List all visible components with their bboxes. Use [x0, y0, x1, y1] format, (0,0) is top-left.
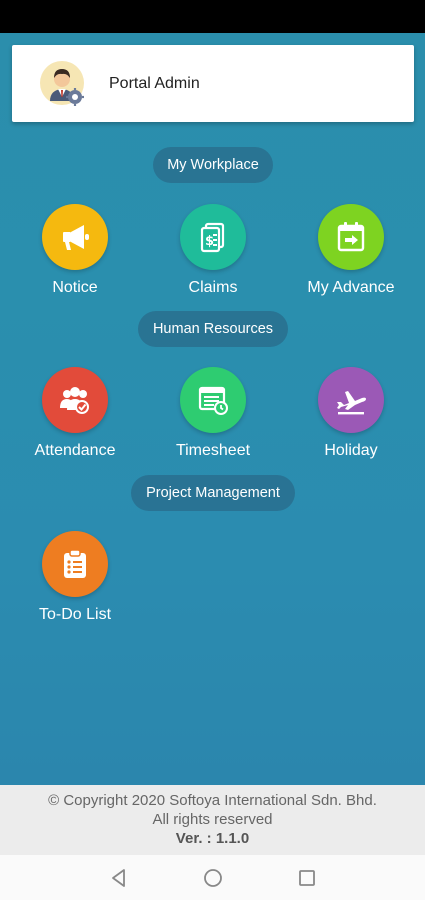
- admin-avatar-icon: [38, 59, 88, 109]
- tile-holiday-label: Holiday: [324, 442, 378, 459]
- profile-card[interactable]: Portal Admin: [12, 45, 414, 122]
- tile-my-advance-label: My Advance: [307, 279, 395, 296]
- profile-name: Portal Admin: [109, 74, 200, 92]
- tile-holiday[interactable]: Holiday: [286, 367, 416, 467]
- footer-version: Ver. : 1.1.0: [175, 830, 250, 847]
- tile-attendance[interactable]: Attendance: [10, 367, 140, 467]
- footer-rights: All rights reserved: [152, 811, 273, 828]
- airplane-icon: [318, 367, 384, 433]
- android-nav-bar: [0, 855, 425, 900]
- main-dashboard: Portal Admin My Workplace Notice $ Claim…: [0, 33, 425, 785]
- receipt-dollar-icon: $: [180, 204, 246, 270]
- home-circle-icon[interactable]: [202, 867, 224, 889]
- tile-my-advance[interactable]: My Advance: [286, 204, 416, 304]
- tile-todo-list[interactable]: To-Do List: [10, 531, 140, 631]
- megaphone-icon: [42, 204, 108, 270]
- clipboard-list-icon: [42, 531, 108, 597]
- section-project-management: Project Management: [131, 475, 295, 511]
- calendar-arrow-icon: [318, 204, 384, 270]
- recents-square-icon[interactable]: [296, 867, 318, 889]
- svg-text:$: $: [205, 234, 214, 249]
- tile-claims[interactable]: $ Claims: [148, 204, 278, 304]
- status-bar: [0, 0, 425, 33]
- footer-copyright: © Copyright 2020 Softoya International S…: [48, 792, 377, 809]
- tile-notice[interactable]: Notice: [10, 204, 140, 304]
- tile-attendance-label: Attendance: [34, 442, 116, 459]
- tile-todo-list-label: To-Do List: [38, 606, 112, 623]
- group-check-icon: [42, 367, 108, 433]
- tile-timesheet-label: Timesheet: [175, 442, 251, 459]
- tile-notice-label: Notice: [52, 279, 98, 296]
- section-my-workplace: My Workplace: [153, 147, 273, 183]
- footer: © Copyright 2020 Softoya International S…: [0, 785, 425, 855]
- back-triangle-icon[interactable]: [108, 867, 130, 889]
- timesheet-clock-icon: [180, 367, 246, 433]
- tile-timesheet[interactable]: Timesheet: [148, 367, 278, 467]
- section-human-resources: Human Resources: [138, 311, 288, 347]
- tile-claims-label: Claims: [188, 279, 238, 296]
